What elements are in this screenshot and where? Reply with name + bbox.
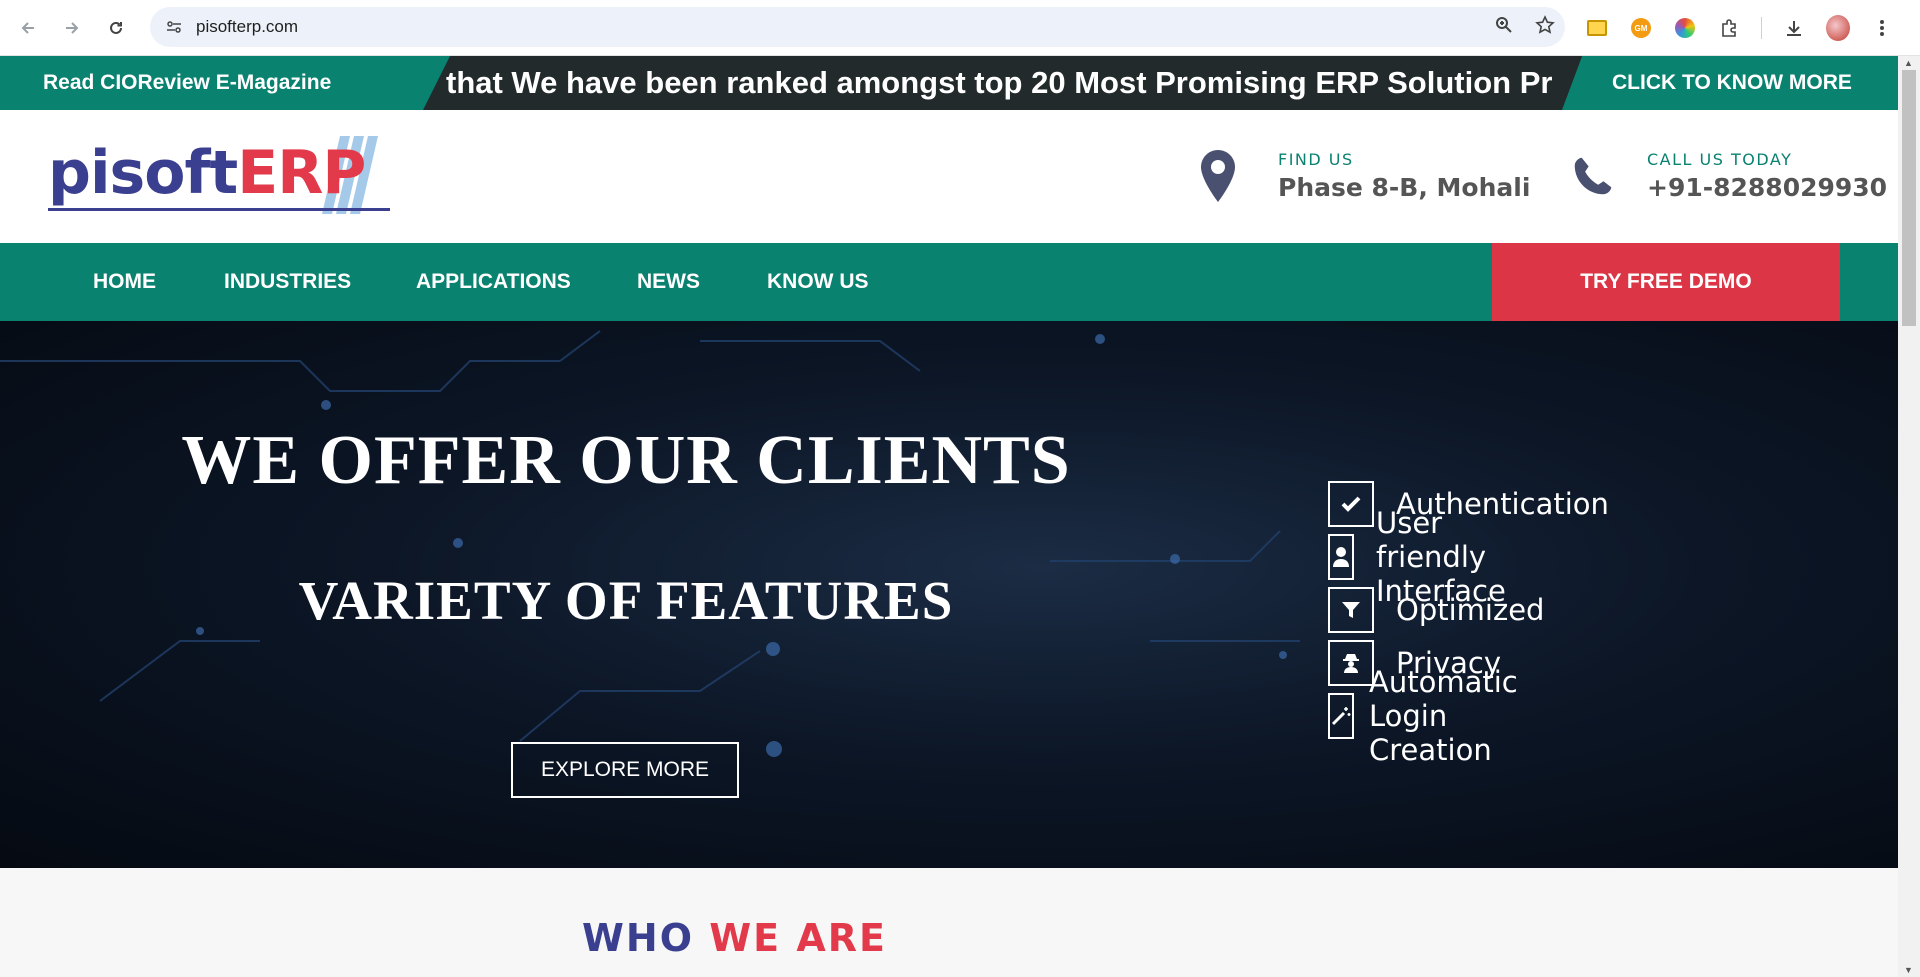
nav-applications[interactable]: APPLICATIONS	[416, 243, 571, 321]
nav-home[interactable]: HOME	[93, 243, 156, 321]
browser-toolbar: pisofterp.com GM	[0, 0, 1920, 56]
pisofterp-logo[interactable]: pisoftERP	[48, 136, 393, 218]
extensions-area: GM	[1585, 8, 1894, 48]
scroll-down-arrow-icon[interactable]: ▼	[1904, 965, 1913, 975]
hero-title-line2: VARIETY OF FEATURES	[298, 570, 954, 631]
magazine-link-label[interactable]: Read CIOReview E-Magazine	[43, 71, 331, 95]
puzzle-extensions-icon[interactable]	[1717, 16, 1741, 40]
hero-banner: WE OFFER OUR CLIENTS VARIETY OF FEATURES…	[0, 321, 1898, 868]
know-more-link[interactable]: CLICK TO KNOW MORE	[1562, 56, 1898, 110]
site-info-icon[interactable]	[154, 7, 194, 47]
address-bar[interactable]: pisofterp.com	[150, 7, 1565, 47]
zoom-icon[interactable]	[1495, 16, 1513, 39]
who-we-are-heading: WHO WE ARE	[582, 916, 887, 960]
try-free-demo-button[interactable]: TRY FREE DEMO	[1492, 243, 1840, 321]
hero-title-line1: WE OFFER OUR CLIENTS	[181, 422, 1071, 499]
check-icon	[1328, 481, 1374, 527]
gm-extension-icon[interactable]: GM	[1629, 16, 1653, 40]
download-icon[interactable]	[1782, 16, 1806, 40]
logo-text: pisoftERP	[48, 138, 366, 208]
feature-label: Optimized	[1396, 593, 1545, 627]
cast-extension-icon[interactable]	[1585, 16, 1609, 40]
reload-icon[interactable]	[94, 6, 138, 50]
profile-avatar-icon[interactable]	[1826, 15, 1850, 41]
logo-underline	[48, 208, 390, 211]
color-extension-icon[interactable]	[1673, 16, 1697, 40]
who-we-are-section: WHO WE ARE	[0, 868, 1898, 977]
nav-news[interactable]: NEWS	[637, 243, 700, 321]
know-more-label[interactable]: CLICK TO KNOW MORE	[1612, 71, 1852, 95]
menu-kebab-icon[interactable]	[1870, 16, 1894, 40]
forward-arrow-icon[interactable]	[50, 6, 94, 50]
web-page: Read CIOReview E-Magazine that We have b…	[0, 56, 1898, 977]
logo-part-pisoft: pisoft	[48, 138, 238, 208]
feature-item-user-friendly: User friendly Interface	[1328, 506, 1526, 608]
bookmark-star-icon[interactable]	[1535, 14, 1555, 40]
back-arrow-icon[interactable]	[6, 6, 50, 50]
magazine-link[interactable]: Read CIOReview E-Magazine	[0, 56, 450, 110]
ticker-message-text: that We have been ranked amongst top 20 …	[446, 65, 1552, 100]
url-text[interactable]: pisofterp.com	[196, 17, 298, 37]
magic-wand-icon	[1328, 693, 1354, 739]
explore-more-button[interactable]: EXPLORE MORE	[511, 742, 739, 798]
toolbar-divider	[1761, 17, 1762, 39]
phone-icon	[1573, 148, 1613, 204]
scrollbar-thumb[interactable]	[1902, 70, 1916, 326]
logo-part-erp: ERP	[237, 138, 366, 208]
filter-icon	[1328, 587, 1374, 633]
user-secret-icon	[1328, 640, 1374, 686]
heading-part-we-are: WE ARE	[709, 916, 887, 960]
call-us-block: CALL US TODAY +91-8288029930	[1573, 148, 1887, 204]
map-marker-icon	[1198, 148, 1238, 204]
call-us-label: CALL US TODAY	[1647, 150, 1793, 169]
page-scrollbar[interactable]: ▲ ▼	[1898, 56, 1920, 977]
nav-industries[interactable]: INDUSTRIES	[224, 243, 351, 321]
call-us-phone[interactable]: +91-8288029930	[1647, 173, 1887, 202]
ticker-message: that We have been ranked amongst top 20 …	[446, 56, 1552, 110]
find-us-address: Phase 8-B, Mohali	[1278, 173, 1531, 202]
feature-item-optimized: Optimized	[1328, 587, 1544, 633]
ticker-bar: Read CIOReview E-Magazine that We have b…	[0, 56, 1898, 110]
main-nav: HOME INDUSTRIES APPLICATIONS NEWS KNOW U…	[0, 243, 1898, 321]
site-header: pisoftERP FIND US Phase 8-B, Mohali CALL…	[0, 110, 1898, 243]
find-us-block: FIND US Phase 8-B, Mohali	[1198, 148, 1530, 204]
nav-know-us[interactable]: KNOW US	[767, 243, 869, 321]
find-us-label: FIND US	[1278, 150, 1354, 169]
feature-label: Automatic Login Creation	[1369, 665, 1518, 767]
scroll-up-arrow-icon[interactable]: ▲	[1904, 58, 1913, 68]
user-icon	[1328, 534, 1354, 580]
feature-item-auto-login: Automatic Login Creation	[1328, 665, 1538, 767]
heading-part-who: WHO	[582, 916, 695, 960]
